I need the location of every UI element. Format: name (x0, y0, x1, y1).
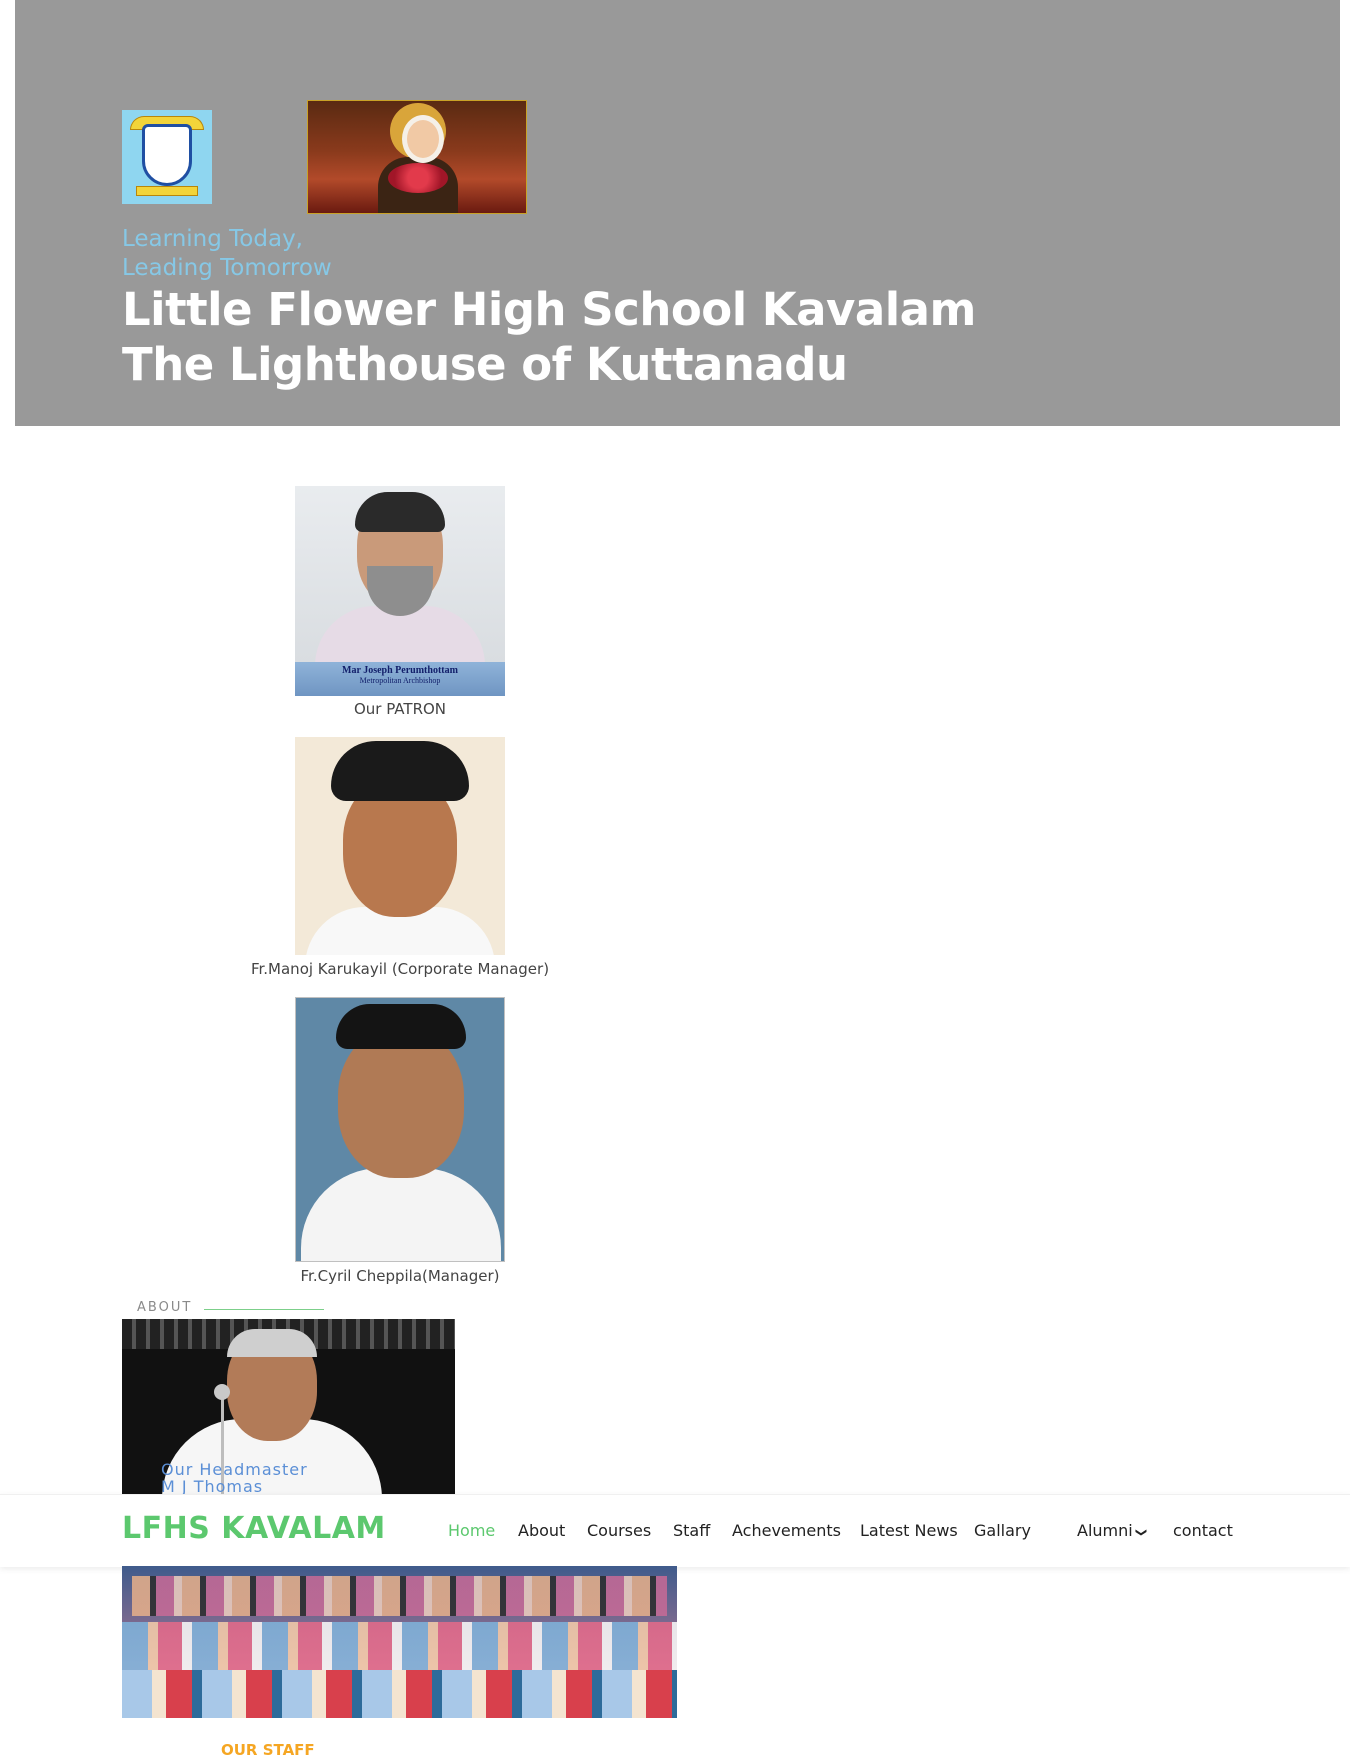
nav-alumni-dropdown[interactable]: Alumni ❯ (1077, 1521, 1148, 1540)
brand-logo-link[interactable]: LFHS KAVALAM (122, 1511, 386, 1546)
manager-photo (295, 997, 505, 1262)
page-title-line1: Little Flower High School Kavalam (122, 283, 976, 336)
shield-icon (142, 124, 192, 186)
patron-photo: Mar Joseph Perumthottam Metropolitan Arc… (295, 486, 505, 696)
nav-contact[interactable]: contact (1173, 1521, 1233, 1540)
nav-latest-news[interactable]: Latest News (860, 1521, 958, 1540)
page-title-line2: The Lighthouse of Kuttanadu (122, 338, 848, 391)
staff-section-title: OUR STAFF (221, 1741, 315, 1759)
staff-group-photo (122, 1566, 677, 1718)
logo-banner-bottom (136, 186, 198, 196)
tagline-line2: Leading Tomorrow (122, 255, 332, 281)
nav-home[interactable]: Home (448, 1521, 495, 1540)
about-section-label: ABOUT (137, 1300, 193, 1315)
patron-saint-image (307, 100, 527, 214)
main-navbar: LFHS KAVALAM Home About Courses Staff Ac… (0, 1494, 1350, 1567)
corporate-manager-caption: Fr.Manoj Karukayil (Corporate Manager) (250, 960, 550, 978)
corporate-manager-photo (295, 737, 505, 955)
chevron-down-icon: ❯ (1134, 1527, 1148, 1538)
school-logo (122, 110, 212, 204)
nav-about[interactable]: About (518, 1521, 565, 1540)
tagline-line1: Learning Today, (122, 226, 303, 252)
nav-gallery[interactable]: Gallary (974, 1521, 1031, 1540)
patron-photo-name: Mar Joseph Perumthottam (342, 665, 458, 676)
patron-photo-caption: Mar Joseph Perumthottam Metropolitan Arc… (295, 662, 505, 696)
nav-staff[interactable]: Staff (673, 1521, 710, 1540)
patron-caption: Our PATRON (353, 700, 447, 718)
nav-courses[interactable]: Courses (587, 1521, 651, 1540)
nav-achievements[interactable]: Achevements (732, 1521, 841, 1540)
patron-photo-role: Metropolitan Archbishop (359, 676, 441, 685)
about-divider (204, 1309, 324, 1310)
nav-alumni-label: Alumni (1077, 1521, 1133, 1540)
manager-caption: Fr.Cyril Cheppila(Manager) (300, 1267, 500, 1285)
